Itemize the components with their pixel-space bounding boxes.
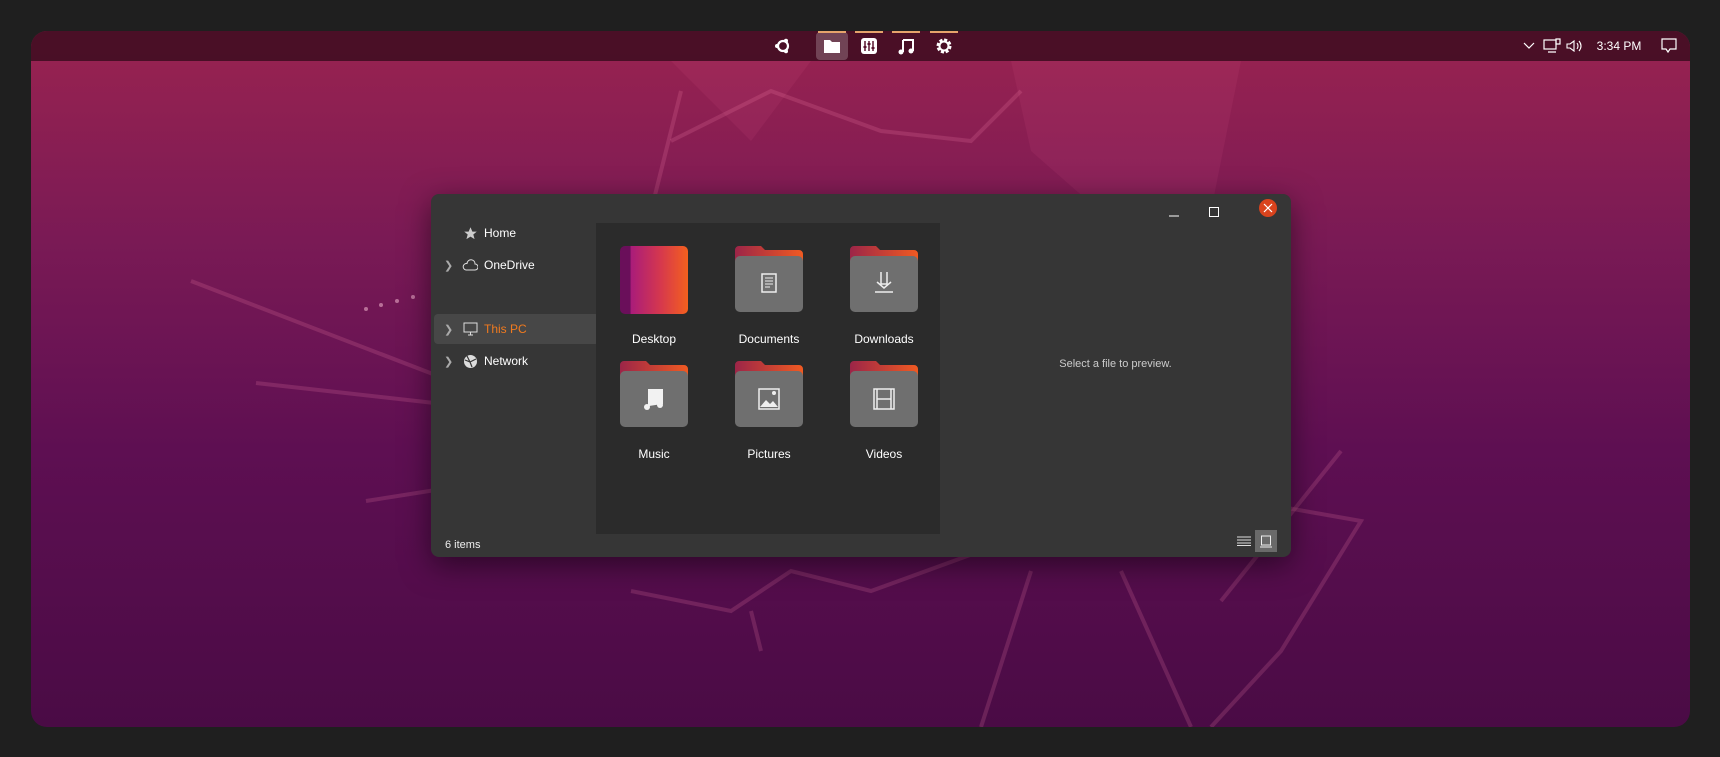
sidebar-item-label: Network [484, 354, 529, 368]
documents-folder-icon [735, 246, 803, 312]
details-view-button[interactable] [1233, 530, 1255, 552]
star-icon [462, 225, 478, 241]
videos-folder-icon [850, 361, 918, 427]
sidebar-item-this-pc[interactable]: ❯ This PC [434, 314, 599, 344]
clock[interactable]: 3:34 PM [1594, 31, 1644, 61]
desktop-folder-icon [620, 246, 688, 314]
gear-icon [936, 38, 952, 54]
cloud-icon [462, 257, 478, 273]
running-indicator [892, 31, 920, 33]
pictures-folder-icon [735, 361, 803, 427]
network-status-button[interactable] [1542, 31, 1562, 61]
sidebar-item-label: Home [484, 226, 517, 240]
preview-pane: Select a file to preview. [1059, 358, 1172, 370]
sidebar-item-label: This PC [484, 322, 527, 336]
list-view-icon [1237, 536, 1251, 546]
folder-label: Downloads [854, 332, 914, 346]
chevron-down-icon [1523, 42, 1535, 49]
mixer-icon [861, 38, 877, 54]
item-count: 6 items [445, 539, 481, 551]
folder-label: Pictures [747, 447, 791, 461]
music-note-icon [898, 39, 914, 55]
notification-icon [1661, 38, 1677, 54]
wired-network-icon [1543, 38, 1561, 53]
folder-label: Desktop [631, 332, 677, 346]
chevron-right-icon[interactable]: ❯ [444, 259, 453, 272]
music-folder-icon [620, 361, 688, 427]
music-app-button[interactable] [890, 31, 922, 60]
monitor-icon [462, 321, 478, 337]
folder-icon [824, 40, 840, 53]
chevron-right-icon[interactable]: ❯ [444, 323, 453, 336]
settings-app-button[interactable] [928, 31, 960, 60]
downloads-folder-icon [850, 246, 918, 312]
sidebar-item-onedrive[interactable]: ❯ OneDrive [434, 250, 599, 280]
volume-button[interactable] [1565, 31, 1585, 61]
running-indicator [855, 31, 883, 33]
mixer-app-button[interactable] [853, 31, 885, 60]
top-bar: 3:34 PM [31, 31, 1690, 61]
sidebar-item-network[interactable]: ❯ Network [434, 346, 599, 376]
running-indicator [818, 31, 846, 33]
tray-expand-button[interactable] [1521, 31, 1537, 61]
chevron-right-icon[interactable]: ❯ [444, 355, 453, 368]
file-manager-window: Home ❯ OneDrive ❯ This PC ❯ Network Desk… [431, 194, 1291, 557]
network-icon [462, 353, 478, 369]
speaker-icon [1566, 39, 1582, 53]
ubuntu-logo-button[interactable] [767, 32, 799, 60]
ubuntu-logo-icon [775, 38, 790, 54]
folder-label: Videos [865, 447, 903, 461]
sidebar-item-home[interactable]: Home [434, 218, 599, 248]
files-app-button[interactable] [816, 31, 848, 60]
notifications-button[interactable] [1659, 31, 1679, 61]
file-grid: Desktop Documents Downloads Music Pictur… [596, 223, 940, 534]
folder-label: Documents [738, 332, 800, 346]
preview-view-button[interactable] [1255, 530, 1277, 552]
running-indicator [930, 31, 958, 33]
sidebar-item-label: OneDrive [484, 258, 535, 272]
preview-pane-icon [1260, 535, 1272, 547]
folder-label: Music [638, 447, 670, 461]
